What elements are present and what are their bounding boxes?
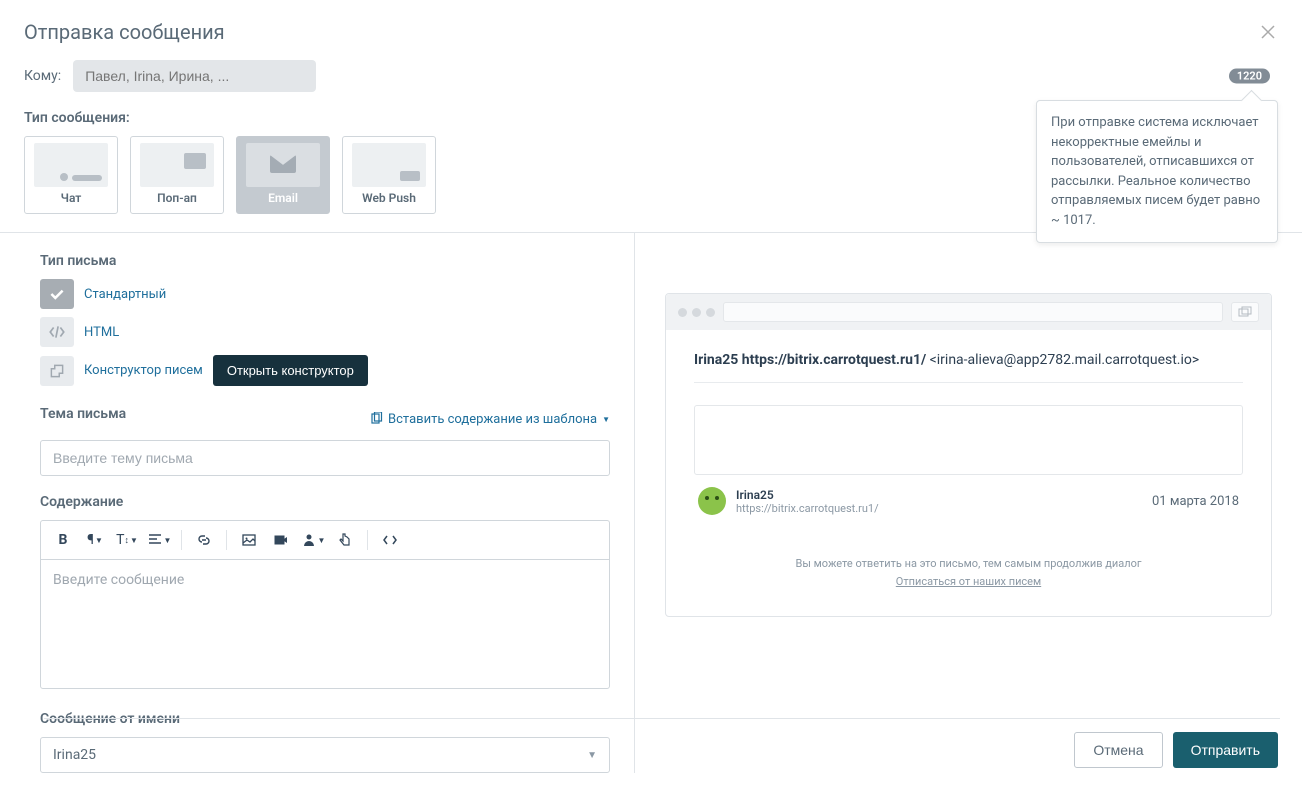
recipient-label: Кому: [24, 68, 61, 84]
type-card-label: Чат [61, 191, 82, 205]
type-card-label: Поп-ап [157, 191, 197, 205]
traffic-lights-icon [678, 308, 715, 317]
preview-content-area [694, 405, 1243, 475]
send-button[interactable]: Отправить [1173, 732, 1278, 768]
letter-type-option-label: Стандартный [84, 287, 166, 302]
preview-pane: Irina25 https://bitrix.carrotquest.ru1/ … [635, 233, 1302, 773]
letter-type-option-label: Конструктор писем [84, 363, 203, 378]
recipient-wrap: 1220 [73, 60, 1278, 92]
image-icon[interactable] [235, 527, 263, 553]
close-icon[interactable] [1258, 22, 1278, 42]
type-card-email[interactable]: Email [236, 136, 330, 214]
subject-input[interactable] [40, 440, 610, 476]
align-icon[interactable]: ▼ [145, 527, 173, 553]
toolbar-separator [181, 530, 182, 550]
modal-header: Отправка сообщения [0, 0, 1302, 60]
body-split: Тип письма Стандартный HTML [0, 232, 1302, 773]
footer-divider [44, 718, 1280, 719]
chevron-down-icon: ▼ [602, 415, 610, 424]
toolbar-separator [226, 530, 227, 550]
chevron-down-icon: ▼ [587, 750, 597, 761]
from-name-select[interactable]: Irina25 ▼ [40, 737, 610, 773]
check-icon [40, 279, 74, 309]
recipient-input[interactable] [73, 60, 316, 92]
content-editor[interactable]: Введите сообщение [40, 559, 610, 689]
tabs-icon [1231, 302, 1259, 322]
left-pane: Тип письма Стандартный HTML [0, 233, 635, 773]
letter-type-label: Тип письма [40, 253, 610, 269]
preview-user: Irina25 https://bitrix.carrotquest.ru1/ [736, 488, 879, 515]
letter-type-builder[interactable]: Конструктор писем Открыть конструктор [40, 355, 610, 386]
subject-section: Тема письма Вставить содержание из шабло… [40, 406, 610, 476]
type-card-chat[interactable]: Чат [24, 136, 118, 214]
content-label: Содержание [40, 494, 610, 510]
preview-disclaimer: Вы можете ответить на это письмо, тем са… [694, 555, 1243, 590]
cancel-button[interactable]: Отмена [1074, 732, 1162, 768]
insert-template-link[interactable]: Вставить содержание из шаблона ▼ [370, 412, 610, 427]
send-message-modal: Отправка сообщения Кому: 1220 При отправ… [0, 0, 1302, 792]
recipient-tooltip: При отправке система исключает некоррект… [1036, 100, 1278, 243]
preview-date: 01 марта 2018 [1152, 494, 1239, 509]
type-card-label: Email [268, 191, 298, 205]
pointer-icon[interactable] [331, 527, 359, 553]
from-name-value: Irina25 [53, 747, 96, 763]
type-card-label: Web Push [362, 191, 416, 205]
preview-from: Irina25 https://bitrix.carrotquest.ru1/ … [694, 352, 1243, 383]
letter-type-html[interactable]: HTML [40, 317, 610, 347]
puzzle-icon [40, 356, 74, 386]
subject-header-row: Тема письма Вставить содержание из шабло… [40, 406, 610, 432]
from-name-section: Сообщение от имени Irina25 ▼ [40, 711, 610, 773]
unsubscribe-link[interactable]: Отписаться от наших писем [896, 575, 1041, 588]
preview-body: Irina25 https://bitrix.carrotquest.ru1/ … [666, 330, 1271, 616]
popup-thumb-icon [140, 143, 214, 187]
email-thumb-icon [246, 143, 320, 187]
from-name-label: Сообщение от имени [40, 711, 610, 727]
letter-type-section: Тип письма Стандартный HTML [40, 253, 610, 386]
modal-title: Отправка сообщения [24, 20, 225, 44]
video-icon[interactable] [267, 527, 295, 553]
codeview-icon[interactable] [376, 527, 404, 553]
fontsize-icon[interactable]: T↕▼ [113, 527, 141, 553]
letter-type-option-label: HTML [84, 325, 119, 340]
avatar-icon [698, 487, 726, 515]
footer-actions: Отмена Отправить [1074, 732, 1278, 768]
user-icon[interactable]: ▼ [299, 527, 327, 553]
bold-icon[interactable]: B [49, 527, 77, 553]
recipient-count-badge: 1220 [1229, 69, 1270, 84]
type-card-webpush[interactable]: Web Push [342, 136, 436, 214]
toolbar-separator [367, 530, 368, 550]
letter-type-standard[interactable]: Стандартный [40, 279, 610, 309]
preview-sender-footer: Irina25 https://bitrix.carrotquest.ru1/ … [694, 487, 1243, 515]
preview-urlbar [723, 302, 1223, 322]
type-card-popup[interactable]: Поп-ап [130, 136, 224, 214]
editor-toolbar: B ¶▼ T↕▼ ▼ [40, 520, 610, 559]
code-icon [40, 317, 74, 347]
preview-window: Irina25 https://bitrix.carrotquest.ru1/ … [665, 293, 1272, 617]
link-icon[interactable] [190, 527, 218, 553]
webpush-thumb-icon [352, 143, 426, 187]
subject-label: Тема письма [40, 406, 126, 422]
chat-thumb-icon [34, 143, 108, 187]
open-builder-button[interactable]: Открыть конструктор [213, 355, 368, 386]
preview-browser-chrome [666, 294, 1271, 330]
template-icon [370, 412, 384, 426]
paragraph-icon[interactable]: ¶▼ [81, 527, 109, 553]
content-section: Содержание B ¶▼ T↕▼ ▼ [40, 494, 610, 689]
